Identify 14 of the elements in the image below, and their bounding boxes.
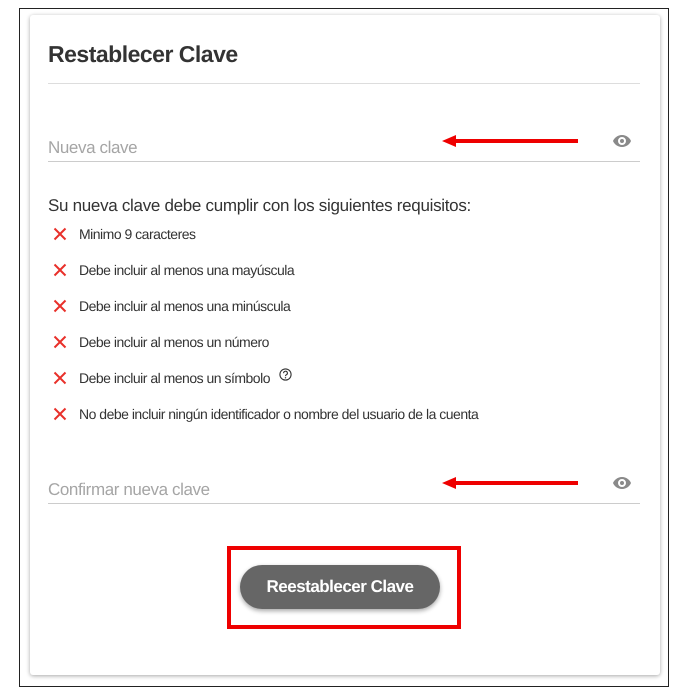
requirement-text: Debe incluir al menos una minúscula [79, 298, 290, 314]
requirement-text: Debe incluir al menos una mayúscula [79, 262, 294, 278]
help-icon[interactable] [279, 368, 292, 381]
requirement-text: Debe incluir al menos un número [79, 334, 269, 350]
eye-icon[interactable] [612, 476, 632, 490]
requirement-text: No debe incluir ningún identificador o nombre del usuario de la cuenta [79, 406, 478, 422]
reset-button[interactable]: Reestablecer Clave [240, 565, 440, 609]
password-field[interactable]: Nueva clave [48, 135, 442, 161]
eye-icon[interactable] [612, 134, 632, 148]
requirement-text: Minimo 9 caracteres [79, 226, 196, 242]
requirements-intro: Su nueva clave debe cumplir con los siguientes requisitos: [48, 195, 472, 217]
requirement-text: Debe incluir al menos un símbolo [79, 370, 270, 386]
password-field[interactable]: Confirmar nueva clave [48, 477, 442, 503]
page-title: Restablecer Clave [48, 40, 239, 69]
